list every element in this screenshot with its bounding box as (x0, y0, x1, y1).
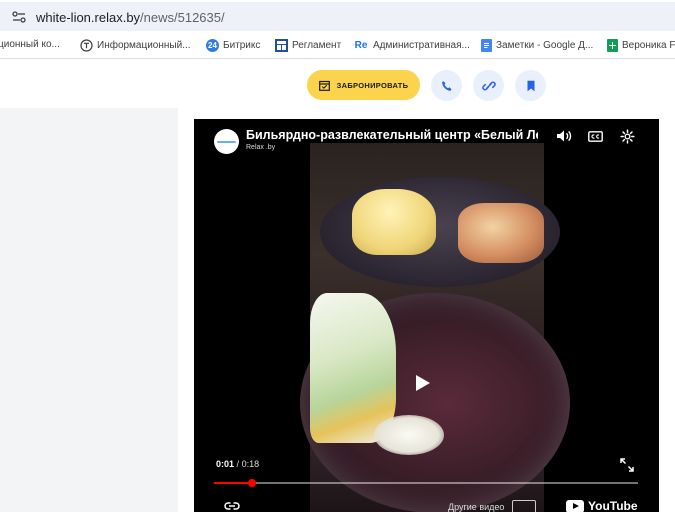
more-videos-label[interactable]: Другие видео (448, 502, 504, 512)
bookmarks-bar: ционный ко... Информационный... 24 Битри… (0, 33, 675, 59)
time-separator: / (236, 459, 240, 469)
address-bar-row: white-lion.relax.by/news/512635/ (0, 0, 675, 33)
google-docs-icon (481, 39, 492, 52)
copy-link-button[interactable] (473, 70, 504, 101)
play-icon[interactable] (416, 375, 430, 391)
bookmark-label: Заметки - Google Д... (496, 40, 594, 51)
bookmark-item[interactable]: Информационный... (80, 39, 191, 52)
table-icon (275, 39, 288, 52)
left-panel (0, 108, 178, 512)
progress-bar[interactable] (214, 482, 638, 484)
google-sheets-icon (607, 39, 618, 52)
video-frame[interactable] (300, 143, 570, 512)
youtube-player[interactable]: Бильярдно-развлекательный центр «Белый Л… (194, 119, 659, 512)
video-mashed-potato (352, 189, 436, 255)
bookmark-label: ционный ко... (0, 39, 60, 50)
circle-t-icon (80, 39, 93, 52)
bookmark-label: Административная... (373, 40, 470, 51)
phone-icon (441, 80, 451, 91)
video-meat (458, 203, 544, 263)
bookmark-item[interactable]: Заметки - Google Д... (481, 39, 593, 52)
bookmark-item[interactable]: Re Административная... (353, 39, 470, 52)
progress-handle[interactable] (248, 479, 257, 487)
bookmark-icon (527, 80, 534, 91)
page-content: ЗАБРОНИРОВАТЬ Бильярдно-развлекательный … (0, 60, 675, 512)
fullscreen-icon[interactable] (620, 458, 634, 472)
progress-fill (214, 482, 253, 484)
bookmark-label: Вероника F (622, 40, 675, 51)
video-title[interactable]: Бильярдно-развлекательный центр «Белый Л… (246, 128, 538, 142)
bitrix24-icon: 24 (206, 39, 219, 52)
book-button[interactable]: ЗАБРОНИРОВАТЬ (307, 70, 420, 100)
settings-button[interactable] (618, 127, 636, 145)
book-button-label: ЗАБРОНИРОВАТЬ (336, 80, 409, 90)
url-host: white-lion.relax.by (36, 10, 141, 25)
share-link-icon[interactable] (224, 501, 240, 511)
youtube-icon (566, 499, 584, 512)
site-header: ЗАБРОНИРОВАТЬ (0, 60, 675, 108)
video-sauce (374, 415, 444, 455)
youtube-label: YouTube (588, 499, 638, 512)
closed-captions-icon (587, 130, 603, 142)
bookmark-item[interactable]: Вероника F (607, 39, 675, 52)
url-text[interactable]: white-lion.relax.by/news/512635/ (36, 10, 225, 25)
channel-avatar[interactable] (214, 129, 239, 154)
current-time: 0:01 (216, 459, 235, 469)
captions-button[interactable] (586, 127, 604, 145)
time-display: 0:01 / 0:18 (216, 459, 259, 469)
volume-button[interactable] (555, 127, 573, 145)
bookmark-label: Информационный... (97, 40, 191, 51)
channel-name[interactable]: Relax .by (246, 144, 275, 151)
calendar-check-icon (318, 80, 330, 91)
bookmark-item[interactable]: 24 Битрикс (206, 39, 260, 52)
re-icon: Re (354, 40, 368, 51)
site-settings-icon[interactable] (12, 11, 26, 23)
more-videos-icon[interactable] (512, 500, 536, 512)
volume-icon (557, 130, 572, 142)
youtube-logo[interactable]: YouTube (566, 499, 638, 512)
phone-button[interactable] (431, 70, 462, 101)
bookmark-item[interactable]: ционный ко... (0, 39, 60, 50)
bookmark-label: Регламент (292, 40, 342, 51)
url-path: /news/512635/ (140, 10, 225, 25)
bookmark-button[interactable] (515, 70, 546, 101)
bookmark-item[interactable]: Регламент (275, 39, 341, 52)
bookmark-label: Битрикс (223, 40, 261, 51)
gear-icon (619, 128, 635, 144)
duration: 0:18 (241, 459, 260, 469)
link-icon (481, 81, 496, 90)
address-bar[interactable]: white-lion.relax.by/news/512635/ (0, 2, 675, 31)
